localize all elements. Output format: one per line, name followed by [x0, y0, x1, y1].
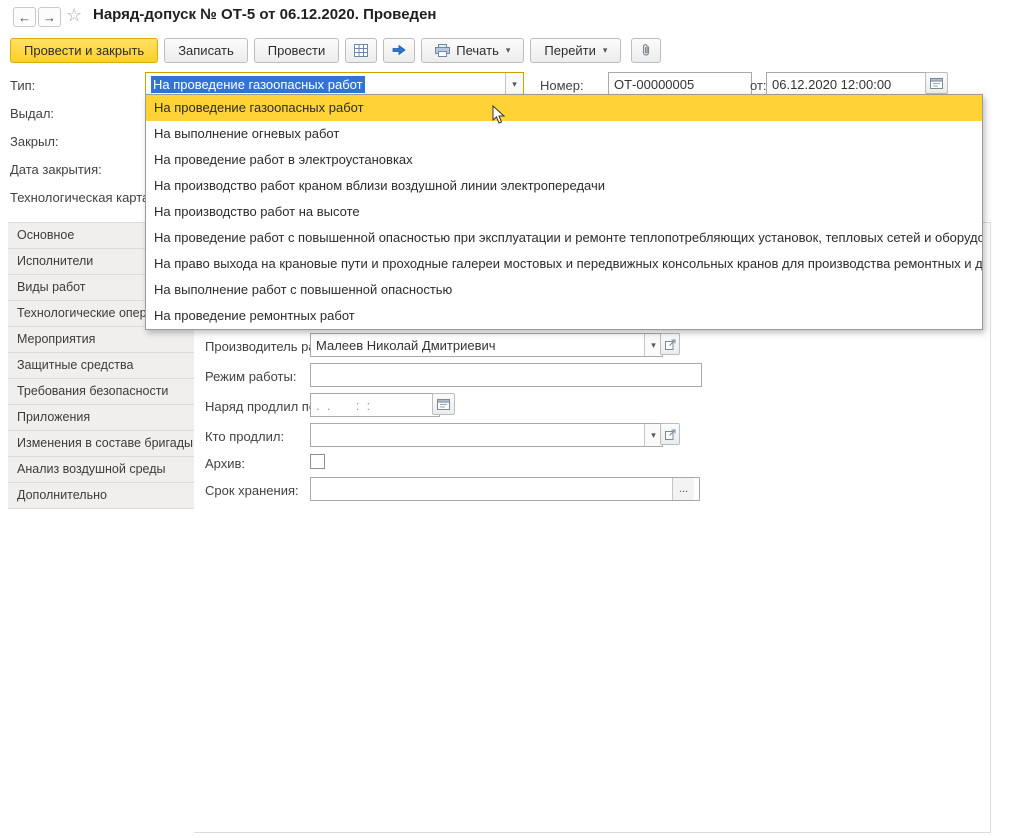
retention-label: Срок хранения: — [205, 483, 299, 498]
tab-safety-requirements[interactable]: Требования безопасности — [8, 379, 194, 405]
mouse-cursor — [492, 105, 506, 128]
tab-air-analysis[interactable]: Анализ воздушной среды — [8, 457, 194, 483]
archive-label: Архив: — [205, 456, 245, 471]
work-mode-label: Режим работы: — [205, 369, 296, 384]
type-label: Тип: — [10, 78, 35, 93]
report-structure-button[interactable] — [345, 38, 377, 63]
date-field[interactable]: 06.12.2020 12:00:00 — [766, 72, 935, 96]
open-link-icon — [665, 339, 676, 350]
closed-by-label: Закрыл: — [10, 134, 59, 149]
dropdown-item-crane-powerline[interactable]: На производство работ краном вблизи возд… — [146, 173, 982, 199]
producer-value: Малеев Николай Дмитриевич — [316, 338, 496, 353]
favorite-star-icon[interactable]: ☆ — [66, 5, 82, 26]
ellipsis-button[interactable]: ... — [672, 478, 694, 500]
back-arrow-icon: ← — [18, 10, 31, 25]
dropdown-item-heat-installations[interactable]: На проведение работ с повышенной опаснос… — [146, 225, 982, 251]
attachments-button[interactable] — [631, 38, 661, 63]
extender-open-button[interactable] — [660, 423, 680, 445]
retention-field[interactable]: ... — [310, 477, 700, 501]
print-menu-button[interactable]: Печать ▾ — [421, 38, 524, 63]
app-window: ← → ☆ Наряд-допуск № ОТ-5 от 06.12.2020.… — [0, 0, 1024, 837]
extender-combobox[interactable]: ▾ — [310, 423, 663, 447]
dropdown-item-repair-work[interactable]: На проведение ремонтных работ — [146, 303, 982, 329]
producer-open-button[interactable] — [660, 333, 680, 355]
number-field[interactable]: ОТ-00000005 — [608, 72, 752, 96]
dropdown-item-electrical[interactable]: На проведение работ в электроустановках — [146, 147, 982, 173]
goto-label: Перейти — [544, 43, 596, 58]
tab-protective-equipment[interactable]: Защитные средства — [8, 353, 194, 379]
dropdown-item-hot-work[interactable]: На выполнение огневых работ — [146, 121, 982, 147]
paperclip-icon — [640, 43, 652, 57]
extended-to-label: Наряд продлил по: — [205, 399, 320, 414]
grid-icon — [354, 44, 368, 57]
open-link-icon — [665, 429, 676, 440]
forward-arrow-icon: → — [43, 10, 56, 25]
blue-arrow-icon — [392, 44, 406, 56]
page-title: Наряд-допуск № ОТ-5 от 06.12.2020. Прове… — [93, 6, 436, 23]
date-label: от: — [750, 78, 767, 93]
tab-activities[interactable]: Мероприятия — [8, 327, 194, 353]
tab-brigade-changes[interactable]: Изменения в составе бригады — [8, 431, 194, 457]
archive-checkbox[interactable] — [310, 454, 325, 469]
post-button[interactable]: Провести — [254, 38, 340, 63]
tab-attachments[interactable]: Приложения — [8, 405, 194, 431]
movements-button[interactable] — [383, 38, 415, 63]
date-calendar-button[interactable] — [925, 72, 948, 94]
print-label: Печать — [456, 43, 499, 58]
number-label: Номер: — [540, 78, 584, 93]
write-button[interactable]: Записать — [164, 38, 248, 63]
toolbar: Провести и закрыть Записать Провести Печ… — [10, 37, 661, 63]
forward-button[interactable]: → — [38, 7, 61, 27]
extended-to-field[interactable]: . . : : — [310, 393, 440, 417]
close-date-label: Дата закрытия: — [10, 162, 102, 177]
goto-menu-button[interactable]: Перейти ▾ — [530, 38, 621, 63]
producer-combobox[interactable]: Малеев Николай Дмитриевич ▾ — [310, 333, 663, 357]
extended-calendar-button[interactable] — [432, 393, 455, 415]
tab-additional[interactable]: Дополнительно — [8, 483, 194, 509]
dropdown-item-gas-hazardous[interactable]: На проведение газоопасных работ — [146, 95, 982, 121]
work-mode-field[interactable] — [310, 363, 702, 387]
extender-label: Кто продлил: — [205, 429, 284, 444]
issued-by-label: Выдал: — [10, 106, 54, 121]
calendar-icon — [930, 77, 943, 89]
calendar-icon — [437, 398, 450, 410]
date-placeholder: . . : : — [316, 398, 370, 413]
type-dropdown-list: На проведение газоопасных работ На выпол… — [145, 94, 983, 330]
number-value: ОТ-00000005 — [614, 77, 694, 92]
back-button[interactable]: ← — [13, 7, 36, 27]
date-value: 06.12.2020 12:00:00 — [772, 77, 891, 92]
printer-icon — [435, 44, 450, 57]
type-value: На проведение газоопасных работ — [151, 76, 365, 93]
tech-card-label: Технологическая карта: — [10, 190, 153, 205]
chevron-down-icon: ▾ — [506, 45, 511, 56]
dropdown-item-work-at-height[interactable]: На производство работ на высоте — [146, 199, 982, 225]
chevron-down-icon: ▾ — [603, 45, 608, 56]
chevron-down-icon[interactable]: ▾ — [505, 73, 523, 95]
dropdown-item-high-risk-work[interactable]: На выполнение работ с повышенной опаснос… — [146, 277, 982, 303]
post-and-close-button[interactable]: Провести и закрыть — [10, 38, 158, 63]
type-combobox[interactable]: На проведение газоопасных работ ▾ — [145, 72, 524, 96]
dropdown-item-crane-tracks[interactable]: На право выхода на крановые пути и прохо… — [146, 251, 982, 277]
